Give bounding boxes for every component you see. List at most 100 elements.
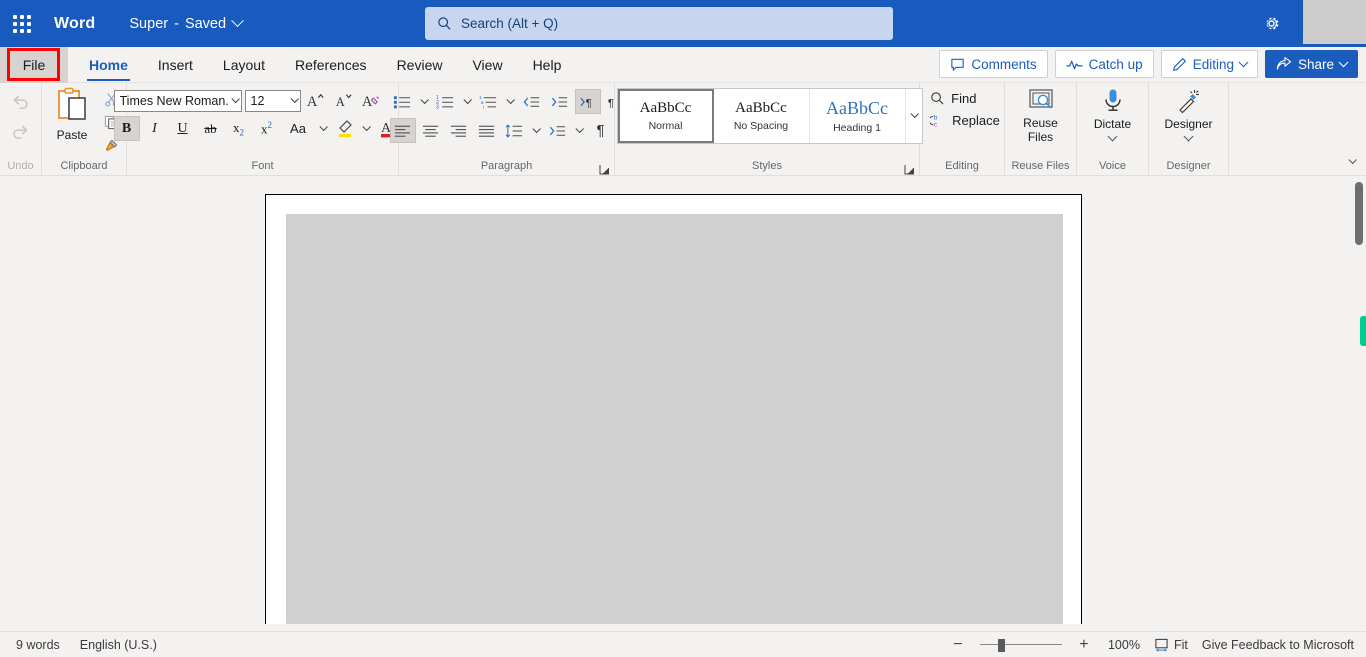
numbering-dropdown[interactable] (461, 89, 474, 114)
word-count[interactable]: 9 words (16, 638, 60, 652)
catch-up-button[interactable]: Catch up (1054, 50, 1154, 78)
zoom-level[interactable]: 100% (1106, 638, 1140, 652)
chevron-down-icon (463, 95, 472, 104)
account-avatar[interactable] (1303, 0, 1366, 44)
ltr-text-direction-button[interactable]: ¶ (574, 89, 601, 114)
catch-up-label: Catch up (1088, 56, 1143, 72)
tab-review[interactable]: Review (382, 47, 458, 83)
increase-indent-button[interactable] (547, 89, 573, 114)
grow-font-button[interactable]: A (303, 88, 329, 113)
multilevel-list-dropdown[interactable] (504, 89, 517, 114)
document-canvas[interactable] (0, 176, 1366, 624)
ribbon-tab-strip: File Home Insert Layout References Revie… (0, 47, 1366, 83)
app-launcher-button[interactable] (0, 0, 44, 47)
search-icon (931, 92, 944, 105)
change-case-dropdown[interactable] (317, 116, 330, 141)
font-row-1: Times New Roman... 12 A A A (113, 88, 385, 113)
subscript-button[interactable]: x2 (226, 116, 252, 141)
text-highlight-button[interactable] (332, 116, 358, 141)
zoom-in-button[interactable]: + (1076, 636, 1092, 652)
find-button[interactable]: Find (930, 91, 1000, 106)
bullets-button[interactable] (390, 89, 416, 114)
grow-font-icon: A (307, 93, 324, 110)
zoom-slider-knob[interactable] (997, 638, 1005, 652)
bullets-dropdown[interactable] (418, 89, 431, 114)
line-spacing-dropdown[interactable] (530, 118, 543, 143)
zoom-slider[interactable] (979, 638, 1062, 652)
justify-button[interactable] (474, 118, 500, 143)
paragraph-indent-button[interactable] (545, 118, 571, 143)
group-label-clipboard: Clipboard (60, 160, 108, 172)
bulleted-list-icon (393, 95, 411, 108)
tab-file[interactable]: File (0, 47, 68, 83)
vertical-scrollbar[interactable] (1352, 176, 1366, 624)
styles-dialog-launcher[interactable] (904, 162, 915, 175)
paste-button[interactable]: Paste (45, 87, 99, 142)
svg-text:A: A (362, 94, 373, 110)
paste-icon (58, 87, 86, 120)
numbering-button[interactable]: 1 2 3 (433, 89, 459, 114)
style-no-spacing[interactable]: AaBbCc No Spacing (714, 89, 810, 143)
decrease-indent-button[interactable] (519, 89, 545, 114)
tab-home[interactable]: Home (74, 47, 143, 83)
change-case-button[interactable]: Aa (282, 116, 315, 141)
document-title-menu[interactable]: Super - Saved (129, 14, 244, 32)
paragraph-indent-dropdown[interactable] (573, 118, 586, 143)
bold-label: B (121, 120, 132, 136)
ribbon-group-font: Times New Roman... 12 A A A B I U ab x2 … (113, 83, 414, 175)
strikethrough-button[interactable]: ab (198, 116, 224, 141)
highlight-dropdown[interactable] (360, 116, 373, 141)
undo-button[interactable] (6, 88, 36, 114)
italic-label: I (152, 120, 157, 136)
superscript-button[interactable]: x2 (254, 116, 280, 141)
font-size-combo[interactable]: 12 (244, 89, 301, 112)
align-center-button[interactable] (418, 118, 444, 143)
editing-mode-button[interactable]: Editing (1160, 50, 1258, 78)
font-name-combo[interactable]: Times New Roman... (113, 89, 242, 112)
feedback-link[interactable]: Give Feedback to Microsoft (1202, 638, 1354, 652)
tab-insert[interactable]: Insert (143, 47, 208, 83)
zoom-out-button[interactable]: − (950, 636, 966, 652)
comments-button[interactable]: Comments (939, 50, 1048, 78)
share-button[interactable]: Share (1264, 50, 1358, 78)
italic-button[interactable]: I (142, 116, 168, 141)
pencil-icon (1172, 57, 1186, 71)
style-normal[interactable]: AaBbCc Normal (617, 89, 714, 143)
svg-text:¶: ¶ (586, 97, 592, 109)
search-box[interactable]: Search (Alt + Q) (425, 7, 893, 40)
shrink-font-icon: A (336, 94, 352, 109)
document-content-area[interactable] (286, 214, 1063, 624)
collapse-ribbon-button[interactable] (1344, 154, 1360, 170)
settings-button[interactable] (1248, 0, 1294, 47)
show-formatting-marks-button[interactable]: ¶ (588, 118, 614, 143)
language-indicator[interactable]: English (U.S.) (80, 638, 157, 652)
designer-button[interactable]: Designer (1156, 88, 1222, 142)
style-heading-1-label: Heading 1 (833, 122, 881, 134)
document-page[interactable] (265, 194, 1082, 624)
reuse-files-button[interactable]: Reuse Files (1008, 88, 1074, 144)
tab-view[interactable]: View (457, 47, 517, 83)
bold-button[interactable]: B (113, 116, 140, 141)
paragraph-dialog-launcher[interactable] (599, 162, 610, 175)
share-label: Share (1297, 56, 1334, 72)
tab-references[interactable]: References (280, 47, 382, 83)
redo-button[interactable] (6, 118, 36, 144)
align-left-button[interactable] (389, 118, 416, 143)
shrink-font-button[interactable]: A (331, 88, 357, 113)
font-size-value: 12 (250, 93, 265, 108)
scrollbar-thumb[interactable] (1355, 182, 1363, 245)
tab-file-label: File (22, 57, 46, 73)
style-heading-1[interactable]: AaBbCc Heading 1 (810, 89, 906, 143)
align-right-button[interactable] (446, 118, 472, 143)
replace-button[interactable]: b c Replace (930, 113, 1000, 128)
tab-help[interactable]: Help (518, 47, 577, 83)
reuse-files-icon (1028, 89, 1053, 109)
fit-to-window-button[interactable]: Fit (1154, 638, 1188, 652)
line-spacing-button[interactable] (502, 118, 528, 143)
clear-formatting-button[interactable]: A (359, 88, 385, 113)
multilevel-list-button[interactable]: 1 a i (476, 89, 502, 114)
tab-layout[interactable]: Layout (208, 47, 280, 83)
underline-button[interactable]: U (170, 116, 196, 141)
title-bar: Word Super - Saved Search (Alt + Q) (0, 0, 1366, 47)
dictate-button[interactable]: Dictate (1080, 88, 1146, 142)
